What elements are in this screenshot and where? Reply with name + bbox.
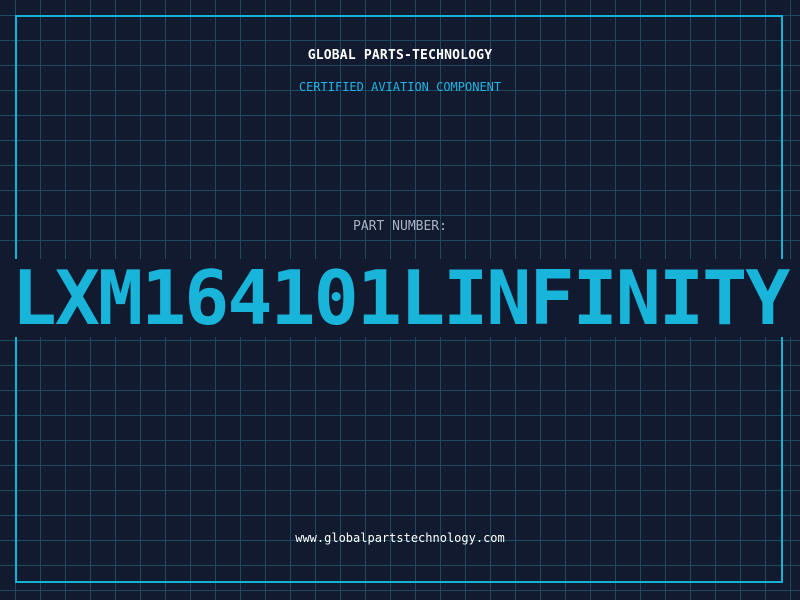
website-url: www.globalpartstechnology.com — [295, 531, 505, 545]
company-name: GLOBAL PARTS-TECHNOLOGY — [307, 48, 493, 63]
part-number-band: LXM164101LINFINITY — [0, 259, 800, 337]
part-number-value: LXM164101LINFINITY — [11, 259, 791, 337]
label-canvas: GLOBAL PARTS-TECHNOLOGY CERTIFIED AVIATI… — [0, 0, 800, 600]
certification-subtitle: CERTIFIED AVIATION COMPONENT — [298, 80, 502, 94]
part-number-label: PART NUMBER: — [353, 219, 447, 234]
